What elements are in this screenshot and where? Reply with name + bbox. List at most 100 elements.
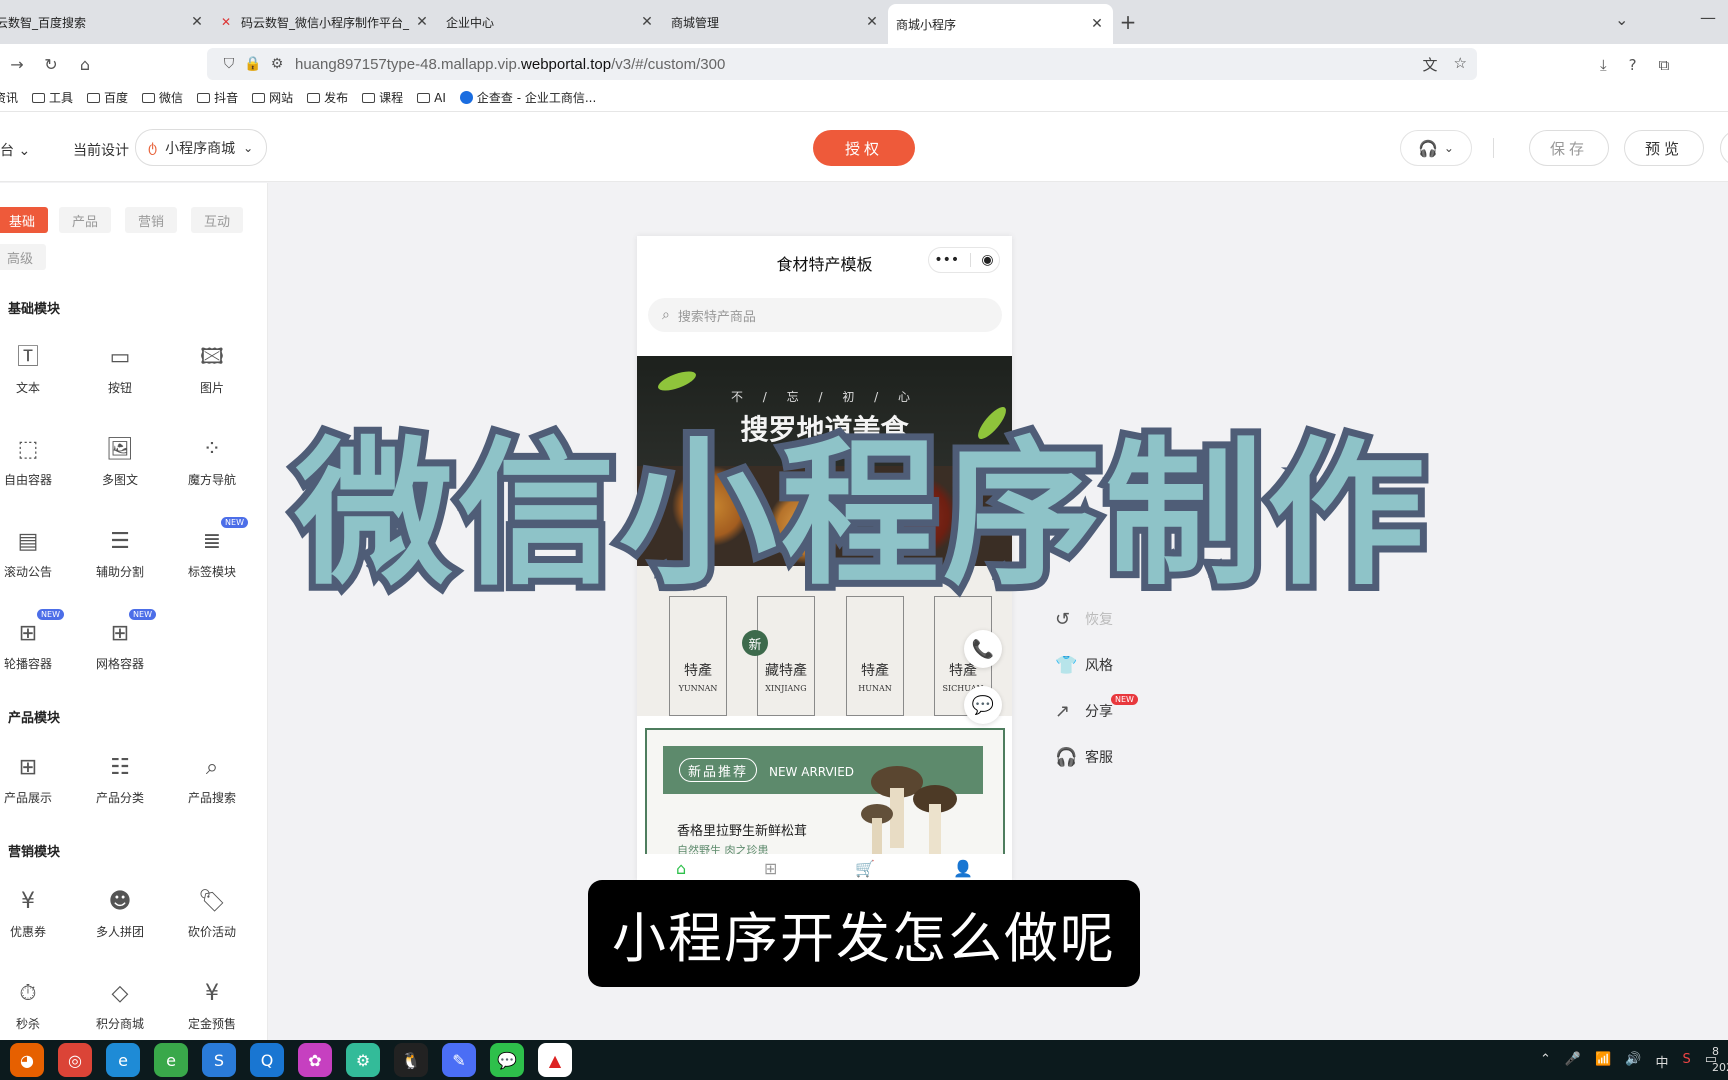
component-product-category[interactable]: ☷ 产品分类 [80,753,160,806]
browser-tab[interactable]: ✕ 码云数智_微信小程序制作平台_ ✕ [213,4,438,40]
tab-product[interactable]: 产品 [59,207,111,233]
close-icon[interactable]: ✕ [414,14,430,30]
sogou-browser-icon[interactable]: S [202,1043,236,1077]
firefox-icon[interactable]: ◕ [10,1043,44,1077]
service-item[interactable]: 🎧 客服 [1055,734,1113,780]
wechat-icon[interactable]: 💬 [964,686,1002,724]
component-button[interactable]: ▭ 按钮 [80,343,160,396]
help-icon[interactable]: ? [1629,56,1637,74]
download-icon[interactable]: ⤓ [1600,56,1607,74]
target-icon[interactable]: ◉ [981,252,993,268]
bookmark-folder[interactable]: 课程 [362,89,403,106]
region-card[interactable]: 特產 HUNAN [846,596,904,716]
wechat-taskbar-icon[interactable]: 💬 [490,1043,524,1077]
bookmark-folder[interactable]: 工具 [32,89,73,106]
component-scroll-notice[interactable]: ▤ 滚动公告 [0,527,68,580]
tab-marketing[interactable]: 营销 [125,207,177,233]
qq-browser-icon[interactable]: Q [250,1043,284,1077]
minimize-icon[interactable]: — [1700,8,1716,27]
design-select[interactable]: ტ 小程序商城 ⌄ [135,129,267,166]
component-text[interactable]: 🅃 文本 [0,343,68,396]
browser-tab-active[interactable]: 商城小程序 ✕ [888,4,1113,44]
miniapp-capsule[interactable]: ••• ◉ [928,247,1000,273]
clock[interactable]: 82025 [1712,1044,1728,1076]
customer-service-button[interactable]: 🎧 ⌄ [1400,130,1472,166]
component-group-buy[interactable]: ☻ 多人拼团 [80,887,160,940]
microphone-icon[interactable]: 🎤 [1565,1052,1581,1071]
save-button[interactable]: 保存 [1529,130,1609,166]
network-icon[interactable]: 📶 [1595,1052,1611,1071]
new-tab-button[interactable]: + [1113,4,1143,40]
publish-button-edge[interactable] [1720,130,1728,166]
bookmark-folder[interactable]: 网站 [252,89,293,106]
forward-icon[interactable]: → [0,55,34,74]
preview-button[interactable]: 预览 [1624,130,1704,166]
bookmark-folder[interactable]: 抖音 [197,89,238,106]
style-item[interactable]: 👕 风格 [1055,642,1113,688]
component-divider[interactable]: ☰ 辅助分割 [80,527,160,580]
bookmark-folder[interactable]: 百度 [87,89,128,106]
component-presale[interactable]: ¥ 定金预售 [172,979,252,1032]
region-card[interactable]: 特產 YUNNAN [669,596,727,716]
share-item[interactable]: ↗ 分享 NEW [1055,688,1138,734]
capture-icon[interactable]: ▲ [538,1043,572,1077]
bookmark-folder[interactable]: 发布 [307,89,348,106]
input-language[interactable]: 中 [1655,1052,1668,1071]
photos-icon[interactable]: ✿ [298,1043,332,1077]
user-icon[interactable]: 👤 [953,859,973,878]
browser360-icon[interactable]: e [154,1043,188,1077]
tab-interaction[interactable]: 互动 [191,207,243,233]
bookmark-item[interactable]: 企查查 - 企业工商信... [459,89,596,106]
home-icon[interactable]: ⌂ [676,859,686,878]
component-product-search[interactable]: ⌕ 产品搜索 [172,753,252,806]
component-flash-sale[interactable]: ⏱ 秒杀 [0,979,68,1032]
browser-tab[interactable]: 企业中心 ✕ [438,4,663,40]
settings-icon[interactable]: ⚙ [346,1043,380,1077]
backstage-menu[interactable]: 后台 ⌄ [0,140,30,160]
home-icon[interactable]: ⌂ [68,55,102,74]
close-icon[interactable]: ✕ [639,14,655,30]
component-points-mall[interactable]: ◇ 积分商城 [80,979,160,1032]
component-bargain[interactable]: 🏷 砍价活动 [172,887,252,940]
region-card[interactable]: 藏特產 XINJIANG [757,596,815,716]
url-field[interactable]: ⛉ 🔒 ⚙ huang897157type-48.mallapp.vip.web… [207,48,1477,80]
chevron-down-icon[interactable]: ⌄ [1615,10,1628,29]
notes-icon[interactable]: ✎ [442,1043,476,1077]
bookmark-item[interactable]: 资讯 [0,89,18,106]
component-free-container[interactable]: ⬚ 自由容器 [0,435,68,488]
component-coupon[interactable]: ¥ 优惠券 [0,887,68,940]
volume-icon[interactable]: 🔊 [1625,1052,1641,1071]
component-image[interactable]: 🖾 图片 [172,343,252,396]
component-tag-module[interactable]: ≣ 标签模块 NEW [172,517,252,580]
sogou-ime-icon[interactable]: S [1682,1052,1690,1071]
browser-tab[interactable]: 云数智_百度搜索 ✕ [0,4,213,40]
reload-icon[interactable]: ↻ [34,55,68,74]
component-grid-container[interactable]: ⊞ 网格容器 NEW [80,609,160,672]
star-icon[interactable]: ☆ [1454,54,1467,75]
component-cube-nav[interactable]: ⁘ 魔方导航 [172,435,252,488]
category-icon[interactable]: ⊞ [764,859,777,878]
browser-tab[interactable]: 商城管理 ✕ [663,4,888,40]
translate-icon[interactable]: 文 [1423,54,1438,75]
section-basic-title: 基础模块 [8,302,61,317]
cart-icon[interactable]: 🛒 [855,859,875,878]
tab-basic[interactable]: 基础 [0,207,48,233]
phone-call-icon[interactable]: 📞 [964,630,1002,668]
component-carousel-container[interactable]: ⊞ 轮播容器 NEW [0,609,68,672]
component-product-display[interactable]: ⊞ 产品展示 [0,753,68,806]
crop-icon[interactable]: ⧉ [1659,56,1670,74]
close-icon[interactable]: ✕ [864,14,880,30]
edge-icon[interactable]: e [106,1043,140,1077]
qq-icon[interactable]: 🐧 [394,1043,428,1077]
component-multi-image-text[interactable]: 🖼 多图文 [80,435,160,488]
more-icon[interactable]: ••• [934,252,959,268]
bookmark-folder[interactable]: AI [417,91,446,105]
close-icon[interactable]: ✕ [1089,16,1105,32]
authorize-button[interactable]: 授权 [813,130,915,166]
bookmark-folder[interactable]: 微信 [142,89,183,106]
search-input[interactable]: ⌕ 搜索特产商品 [648,298,1002,332]
chrome-icon[interactable]: ◎ [58,1043,92,1077]
close-icon[interactable]: ✕ [189,14,205,30]
chevron-up-icon[interactable]: ⌃ [1540,1052,1551,1071]
tab-advanced[interactable]: 高级 [0,244,46,270]
